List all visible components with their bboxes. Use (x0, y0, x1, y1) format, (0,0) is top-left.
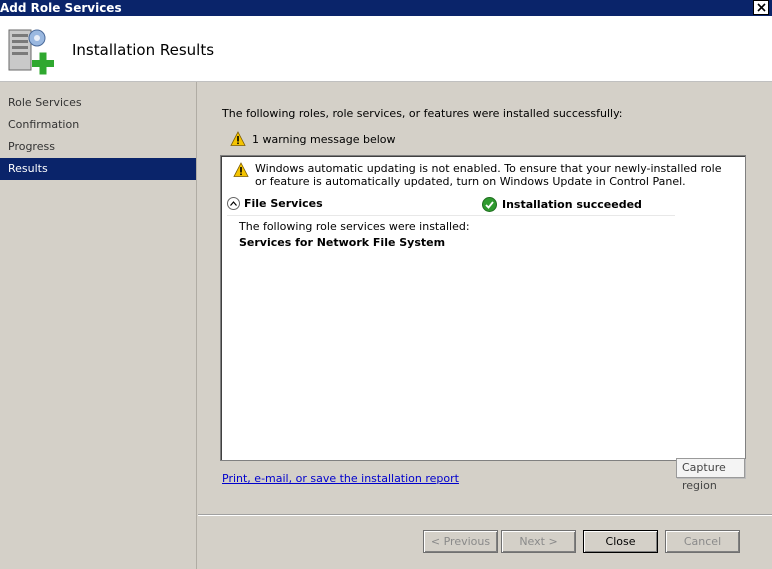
capture-region-tooltip: Capture region (676, 458, 745, 492)
next-button[interactable]: Next > (501, 530, 576, 553)
installed-intro: The following role services were install… (239, 220, 470, 233)
footer-separator (198, 514, 772, 516)
close-icon (756, 3, 766, 12)
window-title: Add Role Services (0, 1, 122, 15)
wizard-header: Installation Results (0, 16, 772, 82)
update-warning-text: Windows automatic updating is not enable… (255, 162, 722, 188)
installation-report-link[interactable]: Print, e-mail, or save the installation … (222, 472, 459, 485)
window-close-button[interactable] (753, 0, 769, 15)
intro-text: The following roles, role services, or f… (222, 107, 623, 120)
role-result-row: File Services Installation succeeded (227, 197, 737, 216)
row-divider (227, 215, 675, 216)
close-button[interactable]: Close (583, 530, 658, 553)
page-title: Installation Results (72, 41, 215, 59)
warning-icon (230, 131, 246, 146)
wizard-steps-sidebar: Role Services Confirmation Progress Resu… (0, 82, 197, 569)
check-glyph (485, 200, 494, 209)
results-panel: Windows automatic updating is not enable… (220, 155, 746, 492)
warning-icon (233, 162, 249, 177)
warning-summary: 1 warning message below (230, 131, 396, 147)
install-status: Installation succeeded (502, 198, 642, 211)
previous-button[interactable]: < Previous (423, 530, 498, 553)
server-add-icon (8, 29, 54, 75)
warning-summary-text: 1 warning message below (252, 132, 396, 146)
update-warning: Windows automatic updating is not enable… (233, 162, 733, 188)
sidebar-item-confirmation[interactable]: Confirmation (0, 114, 196, 136)
sidebar-item-role-services[interactable]: Role Services (0, 92, 196, 114)
sidebar-item-progress[interactable]: Progress (0, 136, 196, 158)
role-name: File Services (244, 197, 323, 210)
chevron-up-glyph (230, 201, 237, 206)
chevron-up-icon[interactable] (227, 197, 240, 210)
cancel-button[interactable]: Cancel (665, 530, 740, 553)
sidebar-item-results[interactable]: Results (0, 158, 196, 180)
main-content: The following roles, role services, or f… (198, 82, 772, 569)
check-circle-icon (482, 197, 497, 212)
title-bar: Add Role Services (0, 0, 772, 16)
installed-service: Services for Network File System (239, 236, 446, 249)
